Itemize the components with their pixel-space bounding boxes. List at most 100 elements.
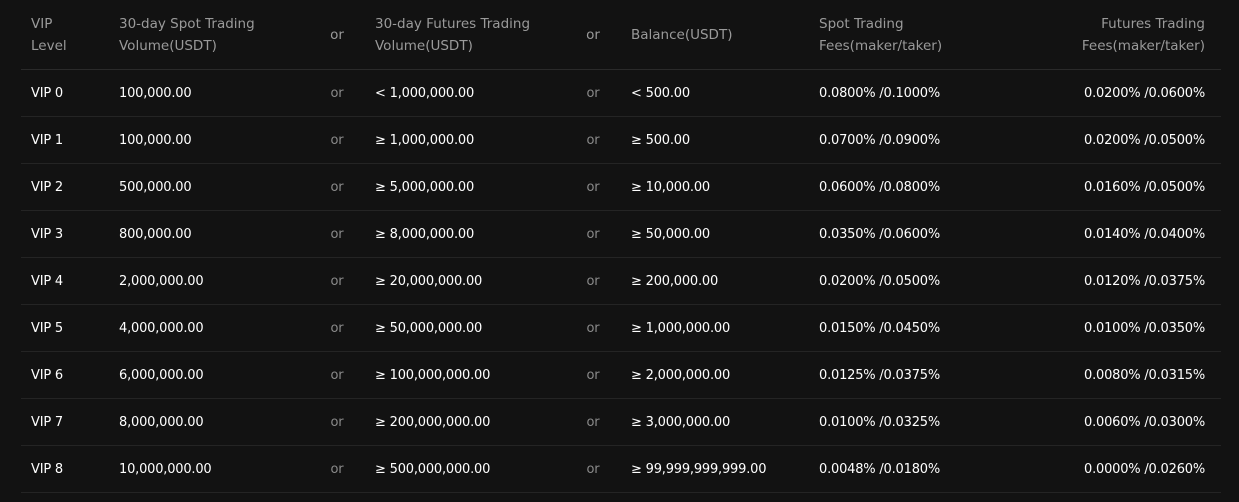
cell-futures-fees: 0.0140% /0.0400%: [1019, 210, 1221, 258]
cell-futures-fees: 0.0080% /0.0315%: [1019, 351, 1221, 399]
header-spot-volume-line-1: 30-day Spot Trading: [119, 15, 255, 32]
cell-vip-level: VIP 8: [21, 445, 109, 493]
header-spot-volume-line-2: Volume(USDT): [119, 37, 217, 54]
cell-futures-fees: 0.0160% /0.0500%: [1019, 163, 1221, 211]
cell-or: or: [565, 163, 621, 211]
cell-vip-level: VIP 1: [21, 116, 109, 164]
cell-spot-fees: 0.0800% /0.1000%: [809, 69, 1019, 117]
cell-futures-fees: 0.0200% /0.0500%: [1019, 116, 1221, 164]
cell-or: or: [565, 257, 621, 305]
cell-futures-volume: ≥ 200,000,000.00: [365, 398, 565, 446]
cell-or: or: [309, 69, 365, 117]
cell-or: or: [309, 304, 365, 352]
cell-or: or: [565, 210, 621, 258]
cell-spot-fees: 0.0200% /0.0500%: [809, 257, 1019, 305]
cell-vip-level: VIP 3: [21, 210, 109, 258]
cell-spot-volume: 500,000.00: [109, 163, 309, 211]
cell-or: or: [309, 257, 365, 305]
cell-vip-level: VIP 2: [21, 163, 109, 211]
cell-spot-volume: 100,000.00: [109, 69, 309, 117]
cell-or: or: [309, 163, 365, 211]
vip-fee-table: VIP Level 30-day Spot Trading Volume(USD…: [21, 0, 1221, 493]
cell-or: or: [565, 304, 621, 352]
table-row: VIP 0 100,000.00 or < 1,000,000.00 or < …: [21, 69, 1221, 117]
cell-balance: ≥ 10,000.00: [621, 163, 809, 211]
cell-balance: ≥ 50,000.00: [621, 210, 809, 258]
cell-balance: < 500.00: [621, 69, 809, 117]
header-vip-level-line-1: VIP: [31, 15, 53, 32]
cell-spot-fees: 0.0700% /0.0900%: [809, 116, 1019, 164]
cell-spot-fees: 0.0350% /0.0600%: [809, 210, 1019, 258]
cell-futures-fees: 0.0060% /0.0300%: [1019, 398, 1221, 446]
cell-futures-volume: ≥ 20,000,000.00: [365, 257, 565, 305]
cell-futures-volume: ≥ 100,000,000.00: [365, 351, 565, 399]
cell-spot-volume: 8,000,000.00: [109, 398, 309, 446]
cell-balance: ≥ 200,000.00: [621, 257, 809, 305]
cell-futures-fees: 0.0200% /0.0600%: [1019, 69, 1221, 117]
header-futures-fees-line-2: Fees(maker/taker): [1081, 37, 1205, 54]
cell-balance: ≥ 3,000,000.00: [621, 398, 809, 446]
cell-vip-level: VIP 0: [21, 69, 109, 117]
header-or-2: or: [565, 0, 621, 70]
cell-futures-volume: ≥ 500,000,000.00: [365, 445, 565, 493]
cell-or: or: [309, 445, 365, 493]
header-balance-line-1: Balance(USDT): [631, 26, 733, 43]
cell-futures-volume: ≥ 8,000,000.00: [365, 210, 565, 258]
cell-vip-level: VIP 5: [21, 304, 109, 352]
table-row: VIP 1 100,000.00 or ≥ 1,000,000.00 or ≥ …: [21, 116, 1221, 164]
cell-spot-fees: 0.0125% /0.0375%: [809, 351, 1019, 399]
table-row: VIP 2 500,000.00 or ≥ 5,000,000.00 or ≥ …: [21, 163, 1221, 211]
cell-futures-volume: ≥ 1,000,000.00: [365, 116, 565, 164]
header-spot-fees: Spot Trading Fees(maker/taker): [809, 0, 1019, 70]
header-vip-level: VIP Level: [21, 0, 109, 70]
cell-futures-volume: ≥ 50,000,000.00: [365, 304, 565, 352]
table-row: VIP 3 800,000.00 or ≥ 8,000,000.00 or ≥ …: [21, 210, 1221, 258]
cell-or: or: [565, 398, 621, 446]
cell-futures-volume: ≥ 5,000,000.00: [365, 163, 565, 211]
header-balance: Balance(USDT): [621, 0, 809, 70]
table-row: VIP 7 8,000,000.00 or ≥ 200,000,000.00 o…: [21, 398, 1221, 446]
cell-or: or: [309, 351, 365, 399]
cell-spot-fees: 0.0100% /0.0325%: [809, 398, 1019, 446]
cell-vip-level: VIP 7: [21, 398, 109, 446]
table-header: VIP Level 30-day Spot Trading Volume(USD…: [21, 0, 1221, 70]
cell-or: or: [565, 351, 621, 399]
header-spot-volume: 30-day Spot Trading Volume(USDT): [109, 0, 309, 70]
table-row: VIP 5 4,000,000.00 or ≥ 50,000,000.00 or…: [21, 304, 1221, 352]
cell-spot-volume: 4,000,000.00: [109, 304, 309, 352]
cell-or: or: [309, 398, 365, 446]
cell-spot-volume: 6,000,000.00: [109, 351, 309, 399]
table-row: VIP 4 2,000,000.00 or ≥ 20,000,000.00 or…: [21, 257, 1221, 305]
table-body: VIP 0 100,000.00 or < 1,000,000.00 or < …: [21, 69, 1221, 493]
cell-or: or: [565, 116, 621, 164]
header-or-1: or: [309, 0, 365, 70]
cell-balance: ≥ 1,000,000.00: [621, 304, 809, 352]
cell-vip-level: VIP 6: [21, 351, 109, 399]
header-futures-volume-line-1: 30-day Futures Trading: [375, 15, 531, 32]
header-futures-fees: Futures Trading Fees(maker/taker): [1019, 0, 1221, 70]
cell-or: or: [565, 69, 621, 117]
header-futures-volume: 30-day Futures Trading Volume(USDT): [365, 0, 565, 70]
cell-or: or: [565, 445, 621, 493]
cell-spot-fees: 0.0150% /0.0450%: [809, 304, 1019, 352]
cell-balance: ≥ 500.00: [621, 116, 809, 164]
cell-futures-fees: 0.0000% /0.0260%: [1019, 445, 1221, 493]
cell-spot-volume: 800,000.00: [109, 210, 309, 258]
cell-balance: ≥ 2,000,000.00: [621, 351, 809, 399]
cell-spot-volume: 2,000,000.00: [109, 257, 309, 305]
cell-futures-fees: 0.0100% /0.0350%: [1019, 304, 1221, 352]
cell-spot-volume: 100,000.00: [109, 116, 309, 164]
table-row: VIP 8 10,000,000.00 or ≥ 500,000,000.00 …: [21, 445, 1221, 493]
cell-or: or: [309, 210, 365, 258]
cell-balance: ≥ 99,999,999,999.00: [621, 445, 809, 493]
cell-spot-fees: 0.0048% /0.0180%: [809, 445, 1019, 493]
header-spot-fees-line-1: Spot Trading: [819, 15, 904, 32]
cell-vip-level: VIP 4: [21, 257, 109, 305]
header-spot-fees-line-2: Fees(maker/taker): [819, 37, 943, 54]
header-vip-level-line-2: Level: [31, 37, 67, 54]
cell-or: or: [309, 116, 365, 164]
cell-spot-fees: 0.0600% /0.0800%: [809, 163, 1019, 211]
cell-futures-volume: < 1,000,000.00: [365, 69, 565, 117]
header-futures-fees-line-1: Futures Trading: [1101, 15, 1205, 32]
table-row: VIP 6 6,000,000.00 or ≥ 100,000,000.00 o…: [21, 351, 1221, 399]
